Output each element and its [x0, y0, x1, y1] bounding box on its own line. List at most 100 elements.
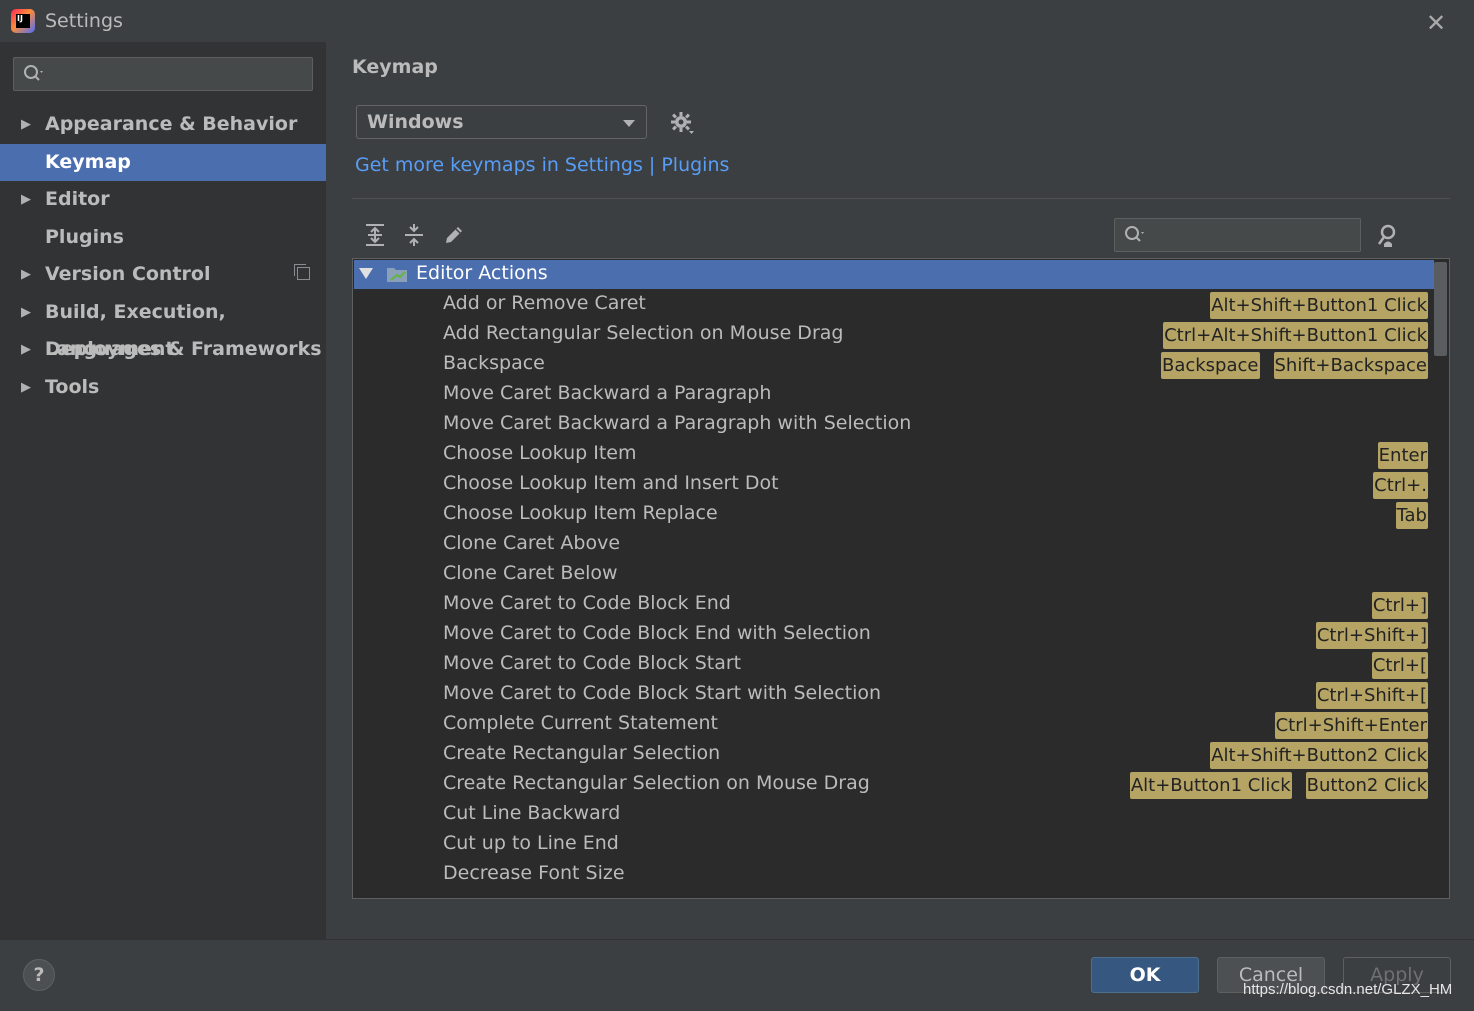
expand-arrow-icon[interactable]: ▶ — [21, 331, 31, 368]
sidebar-item-plugins[interactable]: Plugins — [0, 219, 326, 256]
expand-arrow-icon[interactable]: ▶ — [21, 369, 31, 406]
get-more-keymaps-link[interactable]: Get more keymaps in Settings | Plugins — [355, 154, 729, 176]
sidebar-item-label: Keymap — [45, 150, 131, 173]
folder-icon — [387, 268, 407, 282]
close-icon[interactable]: ✕ — [1426, 9, 1446, 37]
action-name: Choose Lookup Item — [443, 442, 637, 464]
action-row[interactable]: Decrease Font Size — [354, 860, 1434, 890]
sidebar-item-editor[interactable]: ▶ Editor — [0, 181, 326, 218]
shortcut-list: Alt+Button1 Click Button2 Click — [1129, 772, 1428, 799]
expand-arrow-icon[interactable]: ▶ — [21, 106, 31, 143]
keymap-dropdown[interactable]: Windows — [356, 105, 647, 139]
tree-group-label: Editor Actions — [416, 262, 548, 284]
help-button[interactable]: ? — [23, 959, 55, 991]
action-name: Move Caret to Code Block Start with Sele… — [443, 682, 882, 704]
shortcut-badge: Ctrl+Shift+[ — [1315, 682, 1428, 709]
search-icon — [1125, 226, 1144, 242]
action-row[interactable]: Move Caret Backward a Paragraph with Sel… — [354, 410, 1434, 440]
expand-all-icon[interactable] — [362, 222, 388, 248]
action-search[interactable] — [1114, 218, 1361, 252]
shortcut-list: Tab — [1395, 502, 1428, 529]
sidebar-search[interactable] — [13, 57, 313, 91]
sidebar-item-tools[interactable]: ▶ Tools — [0, 369, 326, 406]
sidebar-item-languages-frameworks[interactable]: ▶ Languages & Frameworks — [0, 331, 326, 368]
sidebar-item-label: Plugins — [45, 225, 124, 248]
expand-arrow-icon[interactable]: ▶ — [21, 181, 31, 218]
shortcut-badge: Backspace — [1160, 352, 1260, 379]
action-row[interactable]: Choose Lookup Item Enter — [354, 440, 1434, 470]
sidebar-item-build-execution-deployment[interactable]: ▶ Build, Execution, Deployment — [0, 294, 326, 360]
action-name: Clone Caret Above — [443, 532, 621, 554]
sidebar-item-keymap[interactable]: Keymap — [0, 143, 326, 181]
shortcut-badge: Alt+Shift+Button2 Click — [1210, 742, 1428, 769]
action-row[interactable]: Create Rectangular Selection Alt+Shift+Bu… — [354, 740, 1434, 770]
window-title: Settings — [45, 10, 123, 32]
intellij-logo-icon: IJ — [11, 9, 35, 33]
edit-pencil-icon[interactable] — [441, 222, 467, 248]
keymap-actions-tree: Editor Actions Add or Remove Caret Alt+Sh… — [352, 258, 1450, 899]
action-row[interactable]: Clone Caret Above — [354, 530, 1434, 560]
action-name: Decrease Font Size — [443, 862, 625, 884]
sidebar-item-version-control[interactable]: ▶ Version Control — [0, 256, 326, 293]
shortcut-badge: Ctrl+Shift+] — [1315, 622, 1428, 649]
shortcut-list: Ctrl+Shift+[ — [1315, 682, 1428, 709]
action-name: Cut up to Line End — [443, 832, 619, 854]
action-name: Move Caret to Code Block End with Select… — [443, 622, 871, 644]
tree-scrollbar[interactable] — [1434, 262, 1447, 356]
find-by-shortcut-icon[interactable] — [1374, 222, 1402, 250]
action-row[interactable]: Cut Line Backward — [354, 800, 1434, 830]
action-row[interactable]: Choose Lookup Item Replace Tab — [354, 500, 1434, 530]
action-name: Choose Lookup Item and Insert Dot — [443, 472, 779, 494]
shortcut-badge: Alt+Button1 Click — [1129, 772, 1292, 799]
action-row[interactable]: Move Caret to Code Block End with Select… — [354, 620, 1434, 650]
action-row[interactable]: Move Caret to Code Block End Ctrl+] — [354, 590, 1434, 620]
collapse-all-icon[interactable] — [401, 222, 427, 248]
shortcut-list: Ctrl+[ — [1371, 652, 1428, 679]
shortcut-badge: Ctrl+. — [1373, 472, 1428, 499]
shortcut-badge: Alt+Shift+Button1 Click — [1210, 292, 1428, 319]
action-row[interactable]: Move Caret Backward a Paragraph — [354, 380, 1434, 410]
ok-button[interactable]: OK — [1091, 957, 1199, 993]
action-name: Move Caret to Code Block End — [443, 592, 731, 614]
shortcut-badge: Tab — [1395, 502, 1428, 529]
settings-sidebar: ▶ Appearance & Behavior Keymap ▶ Editor Plugi… — [0, 42, 326, 939]
chevron-down-icon — [623, 120, 635, 127]
action-name: Complete Current Statement — [443, 712, 718, 734]
action-name: Move Caret Backward a Paragraph — [443, 382, 772, 404]
action-row[interactable]: Move Caret to Code Block Start Ctrl+[ — [354, 650, 1434, 680]
page-title: Keymap — [352, 56, 438, 78]
shortcut-list: Ctrl+Shift+] — [1315, 622, 1428, 649]
shortcut-badge: Ctrl+Alt+Shift+Button1 Click — [1163, 322, 1428, 349]
expand-arrow-icon[interactable]: ▶ — [21, 256, 31, 293]
action-row[interactable]: Clone Caret Below — [354, 560, 1434, 590]
action-name: Cut Line Backward — [443, 802, 621, 824]
shortcut-list: Ctrl+] — [1371, 592, 1428, 619]
action-row[interactable]: Add or Remove Caret Alt+Shift+Button1 Cli… — [354, 290, 1434, 320]
action-name: Move Caret to Code Block Start — [443, 652, 742, 674]
action-row[interactable]: Choose Lookup Item and Insert Dot Ctrl+. — [354, 470, 1434, 500]
shortcut-list: Ctrl+Shift+Enter — [1274, 712, 1428, 739]
title-bar: IJ Settings ✕ — [0, 0, 1474, 42]
shortcut-list: Alt+Shift+Button2 Click — [1210, 742, 1428, 769]
expand-arrow-icon[interactable]: ▶ — [21, 294, 31, 331]
action-row[interactable]: Complete Current Statement Ctrl+Shift+Ent… — [354, 710, 1434, 740]
keymap-selected-value: Windows — [367, 111, 464, 133]
sidebar-item-label: Editor — [45, 188, 110, 210]
action-row[interactable]: Add Rectangular Selection on Mouse Drag C… — [354, 320, 1434, 350]
sidebar-search-input[interactable] — [48, 62, 307, 88]
shortcut-badge: Enter — [1377, 442, 1428, 469]
action-name: Move Caret Backward a Paragraph with Sel… — [443, 412, 912, 434]
action-row[interactable]: Backspace Backspace Shift+Backspace — [354, 350, 1434, 380]
gear-icon[interactable] — [670, 111, 696, 137]
tree-group-editor-actions[interactable]: Editor Actions — [354, 260, 1434, 289]
action-row[interactable]: Cut up to Line End — [354, 830, 1434, 860]
divider — [352, 198, 1450, 199]
search-icon — [24, 65, 43, 81]
expanded-triangle-icon[interactable] — [359, 268, 373, 279]
sidebar-item-appearance-behavior[interactable]: ▶ Appearance & Behavior — [0, 106, 326, 143]
shortcut-badge: Ctrl+] — [1371, 592, 1428, 619]
action-row[interactable]: Move Caret to Code Block Start with Sele… — [354, 680, 1434, 710]
action-row[interactable]: Create Rectangular Selection on Mouse Dr… — [354, 770, 1434, 800]
action-search-input[interactable] — [1149, 223, 1353, 249]
action-name: Create Rectangular Selection on Mouse Dr… — [443, 772, 870, 794]
